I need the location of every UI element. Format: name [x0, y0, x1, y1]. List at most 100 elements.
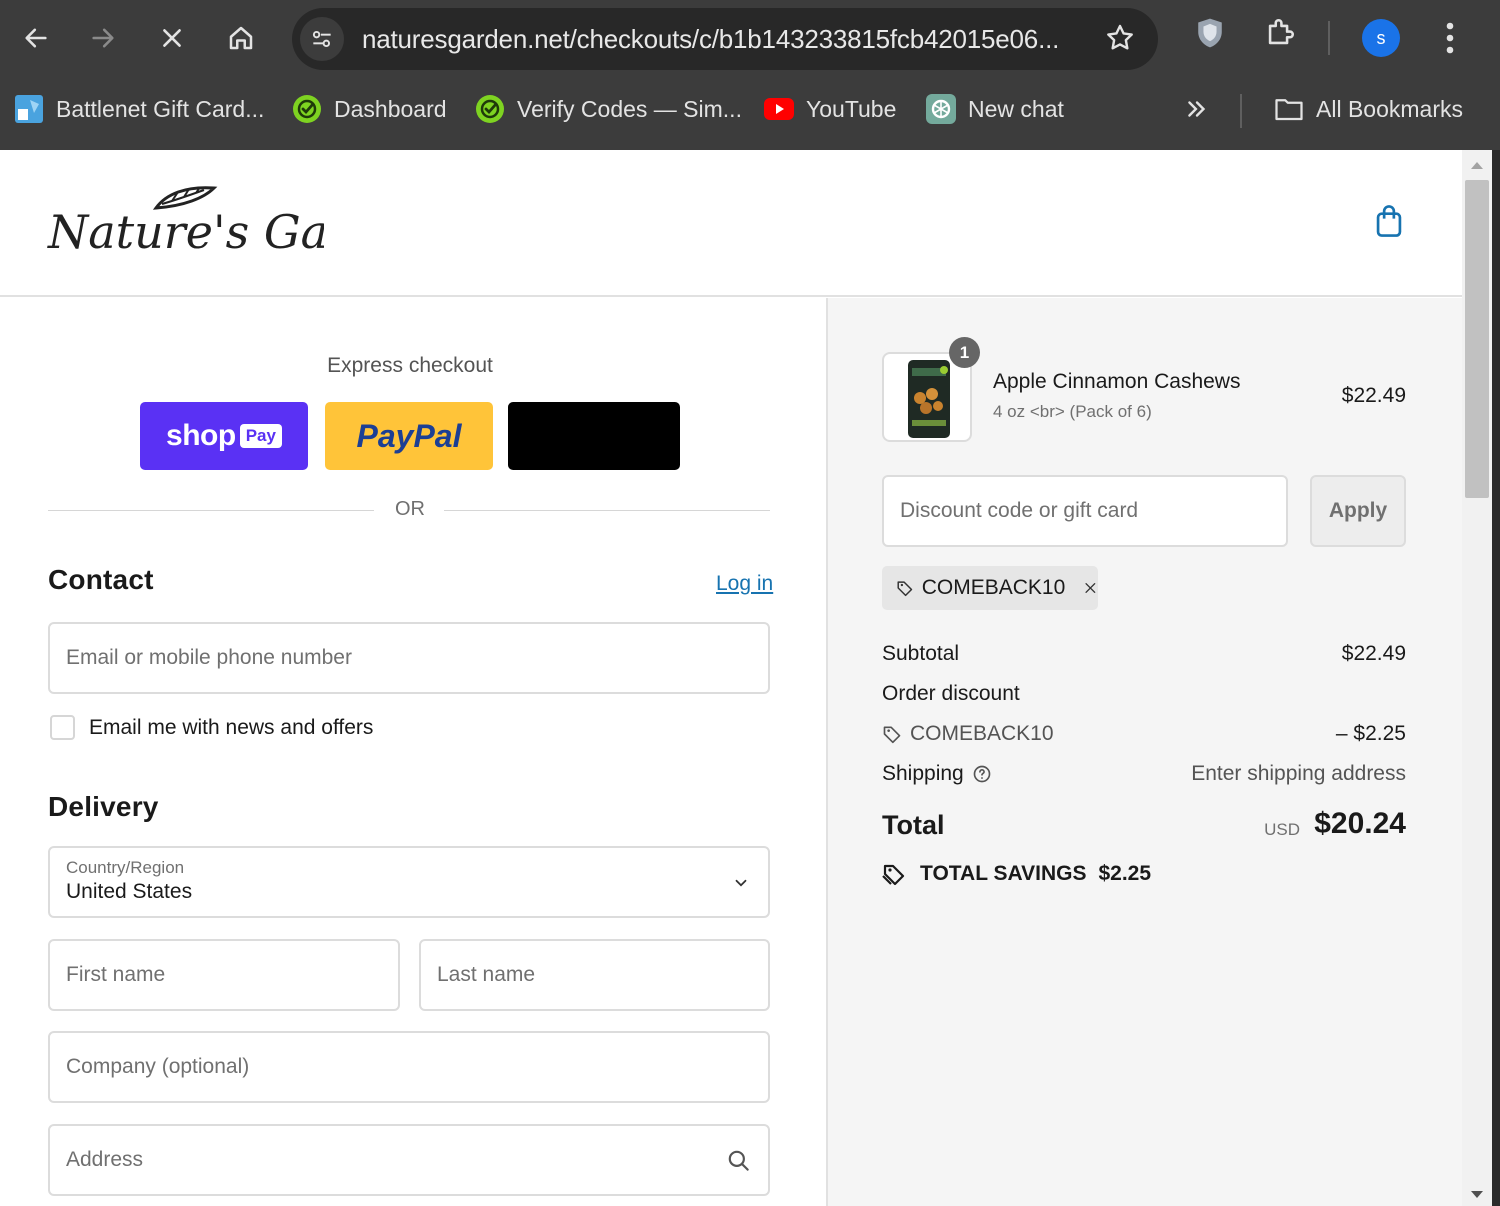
- shopping-bag-icon: [1376, 205, 1402, 237]
- home-button[interactable]: [217, 14, 265, 62]
- chevron-down-icon: [735, 879, 747, 887]
- extension-shield-button[interactable]: [1194, 16, 1226, 55]
- login-link[interactable]: Log in: [716, 572, 773, 596]
- help-circle-icon[interactable]: [972, 764, 992, 784]
- bookmarks-divider: [1240, 94, 1242, 128]
- address-field[interactable]: Address: [48, 1124, 770, 1196]
- discount-value: – $2.25: [1335, 722, 1406, 745]
- all-bookmarks-button[interactable]: All Bookmarks: [1274, 90, 1463, 128]
- address-bar[interactable]: naturesgarden.net/checkouts/c/b1b1432338…: [292, 8, 1158, 70]
- subtotal-value: $22.49: [1341, 642, 1406, 665]
- logo-wordmark: Nature's Garden: [47, 186, 436, 259]
- checkout-page: Nature's Garden Express checkout shop Pa…: [0, 150, 1462, 1206]
- shop-pay-button[interactable]: shop Pay: [140, 402, 308, 470]
- chatgpt-icon: [926, 94, 956, 124]
- paypal-logo-text: PayPal: [356, 417, 462, 454]
- back-arrow-icon: [25, 28, 47, 48]
- delivery-heading: Delivery: [48, 791, 159, 822]
- shield-icon: [1198, 18, 1222, 48]
- company-field[interactable]: Company (optional): [48, 1031, 770, 1103]
- bookmark-label: New chat: [968, 95, 1064, 122]
- forward-arrow-icon: [92, 28, 114, 48]
- profile-avatar[interactable]: s: [1362, 19, 1400, 57]
- scroll-down-arrow-icon[interactable]: [1470, 1190, 1484, 1200]
- bookmark-label: All Bookmarks: [1316, 95, 1463, 122]
- applied-discount-chip: COMEBACK10: [882, 566, 1098, 610]
- discount-code-field[interactable]: Discount code or gift card: [882, 475, 1288, 547]
- forward-button[interactable]: [79, 14, 127, 62]
- bookmark-new-chat[interactable]: New chat: [926, 90, 1064, 128]
- savings-label: TOTAL SAVINGS: [920, 862, 1087, 885]
- bookmark-star-button[interactable]: [1104, 22, 1136, 59]
- country-label: Country/Region: [66, 858, 185, 877]
- folder-icon: [1274, 94, 1304, 124]
- last-name-field[interactable]: Last name: [419, 939, 770, 1011]
- green-check-icon: [475, 94, 505, 124]
- toolbar-divider: [1328, 21, 1330, 55]
- bookmark-battlenet[interactable]: Battlenet Gift Card...: [14, 90, 264, 128]
- bookmark-dashboard[interactable]: Dashboard: [292, 90, 447, 128]
- tag-icon: [883, 726, 901, 744]
- site-info-button[interactable]: [300, 17, 344, 61]
- browser-chrome: naturesgarden.net/checkouts/c/b1b1432338…: [0, 0, 1500, 150]
- apply-discount-button[interactable]: Apply: [1310, 475, 1406, 547]
- paypal-button[interactable]: PayPal: [325, 402, 493, 470]
- product-price: $22.49: [1341, 384, 1406, 407]
- bookmark-youtube[interactable]: YouTube: [764, 90, 896, 128]
- natures-garden-logo[interactable]: Nature's Garden: [44, 174, 436, 275]
- double-chevron-right-icon: [1188, 101, 1206, 117]
- discount-placeholder: Discount code or gift card: [900, 499, 1139, 522]
- bookmark-label: Dashboard: [334, 95, 447, 122]
- product-variant: 4 oz <br> (Pack of 6): [993, 402, 1152, 421]
- email-field[interactable]: Email or mobile phone number: [48, 622, 770, 694]
- bookmark-label: Battlenet Gift Card...: [56, 95, 265, 122]
- extensions-button[interactable]: [1263, 16, 1297, 55]
- order-discount-label: Order discount: [882, 682, 1020, 705]
- browser-menu-button[interactable]: [1436, 20, 1464, 61]
- shipping-label: Shipping: [882, 762, 964, 785]
- apple-pay-button[interactable]: [508, 402, 680, 470]
- contact-heading: Contact: [48, 564, 154, 595]
- url-text[interactable]: naturesgarden.net/checkouts/c/b1b1432338…: [362, 24, 1059, 55]
- site-header: Nature's Garden: [0, 150, 1462, 297]
- company-placeholder: Company (optional): [66, 1055, 250, 1078]
- scroll-up-arrow-icon[interactable]: [1470, 160, 1484, 170]
- puzzle-icon: [1268, 19, 1294, 45]
- newsletter-checkbox[interactable]: [50, 715, 75, 740]
- quantity-badge: 1: [949, 337, 980, 368]
- window-edge: [1492, 150, 1500, 1206]
- shipping-row: Shipping: [882, 762, 992, 786]
- discount-code-label: COMEBACK10: [910, 722, 1054, 745]
- email-placeholder: Email or mobile phone number: [66, 646, 352, 669]
- last-name-placeholder: Last name: [437, 963, 536, 986]
- page-scrollbar[interactable]: [1462, 150, 1492, 1206]
- bookmark-label: Verify Codes — Sim...: [517, 95, 742, 122]
- first-name-field[interactable]: First name: [48, 939, 400, 1011]
- savings-value: $2.25: [1098, 862, 1152, 885]
- scrollbar-thumb[interactable]: [1465, 180, 1489, 498]
- address-placeholder: Address: [66, 1148, 144, 1171]
- total-value: $20.24: [1314, 807, 1406, 840]
- kebab-menu-icon: [1446, 22, 1454, 54]
- shop-pay-logo-text: shop: [166, 419, 236, 452]
- country-value: United States: [66, 880, 193, 903]
- back-button[interactable]: [12, 14, 60, 62]
- remove-discount-close-icon[interactable]: [1083, 578, 1098, 598]
- express-checkout-title: Express checkout: [327, 354, 493, 377]
- bookmark-verify-codes[interactable]: Verify Codes — Sim...: [475, 90, 742, 128]
- stop-loading-button[interactable]: [148, 14, 196, 62]
- currency-code: USD: [1264, 820, 1300, 839]
- newsletter-label: Email me with news and offers: [89, 716, 374, 739]
- home-icon: [229, 26, 253, 50]
- country-select[interactable]: Country/Region United States: [48, 846, 770, 918]
- or-divider-label: OR: [395, 498, 425, 520]
- shipping-value: Enter shipping address: [1191, 762, 1406, 785]
- first-name-placeholder: First name: [66, 963, 166, 986]
- cart-button[interactable]: [1374, 204, 1404, 243]
- shop-pay-badge: Pay: [239, 424, 282, 448]
- close-icon: [163, 29, 181, 47]
- more-bookmarks-button[interactable]: [1184, 90, 1210, 128]
- savings-tag-icon: [882, 864, 905, 886]
- tag-icon: [897, 581, 913, 597]
- star-icon: [1107, 24, 1133, 50]
